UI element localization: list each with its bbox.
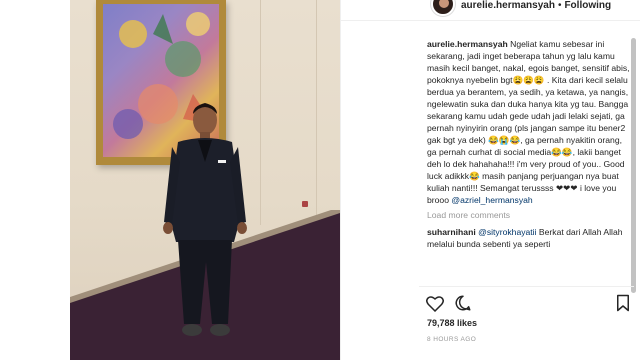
comments-scrollbar[interactable]	[631, 38, 636, 293]
header-username[interactable]: aurelie.hermansyah	[461, 0, 555, 11]
actions-divider	[419, 286, 634, 287]
load-more-comments-link[interactable]: Load more comments	[427, 210, 633, 220]
likes-count[interactable]: 79,788 likes	[427, 318, 477, 328]
scrollbar-thumb[interactable]	[631, 38, 636, 293]
caption-username[interactable]: aurelie.hermansyah	[427, 39, 508, 49]
post-caption: aurelie.hermansyah Ngeliat kamu sebesar …	[427, 38, 633, 206]
post-timestamp: 8 HOURS AGO	[427, 336, 477, 343]
post-sidebar: aurelie.hermansyah • Following aurelie.h…	[340, 0, 640, 360]
caption-text: Ngeliat kamu sebesar ini sekarang, jadi …	[427, 39, 630, 205]
heart-icon[interactable]	[425, 293, 445, 313]
action-bar	[425, 293, 635, 313]
comment-username[interactable]: suharnihani	[427, 227, 476, 237]
bookmark-icon[interactable]	[613, 293, 633, 313]
comment-icon[interactable]	[453, 293, 473, 313]
post-photo[interactable]	[70, 0, 340, 360]
wall-panel-line	[316, 0, 317, 225]
wall-panel-line	[260, 0, 261, 225]
person-figure	[163, 103, 247, 336]
post-header: aurelie.hermansyah • Following	[341, 0, 640, 18]
header-divider	[341, 20, 640, 21]
caption-mention[interactable]: @azriel_hermansyah	[451, 195, 532, 205]
header-separator: •	[557, 0, 562, 11]
comment-mention[interactable]: @sityrokhayatii	[478, 227, 536, 237]
avatar[interactable]	[431, 0, 455, 16]
comment-item: suharnihani @sityrokhayatii Berkat dari …	[427, 226, 633, 250]
comments-list: aurelie.hermansyah Ngeliat kamu sebesar …	[427, 38, 633, 278]
following-button[interactable]: Following	[564, 0, 611, 11]
wall-socket	[302, 201, 308, 207]
